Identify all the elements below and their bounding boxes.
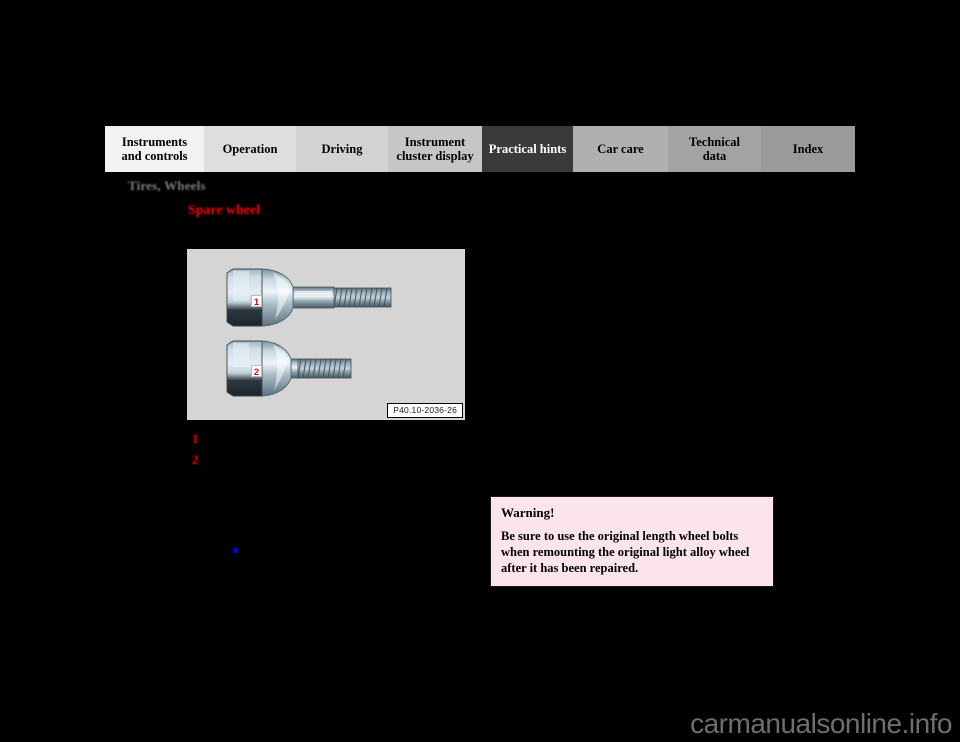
warning-body: Be sure to use the original length wheel… [501, 529, 750, 575]
figure-callout-2: 2 [251, 365, 262, 377]
tab-car-care[interactable]: Car care [573, 126, 668, 172]
bullet-list-item [233, 544, 244, 553]
topic-heading: Spare wheel [188, 202, 261, 217]
legend-item-2: 2 [192, 452, 205, 468]
tab-instruments-and-controls[interactable]: Instruments and controls [105, 126, 204, 172]
tab-driving[interactable]: Driving [296, 126, 388, 172]
tab-practical-hints[interactable]: Practical hints [482, 126, 573, 172]
bolt-2-graphic [226, 340, 352, 397]
legend-text-1 [199, 431, 205, 446]
tab-instrument-cluster-display[interactable]: Instrument cluster display [388, 126, 482, 172]
wheel-bolt-diagram [226, 268, 392, 397]
legend-number-2: 2 [192, 452, 199, 467]
warning-box: Warning! Be sure to use the original len… [490, 496, 774, 587]
figure-callout-1: 1 [251, 295, 262, 307]
legend-number-1: 1 [192, 431, 199, 446]
section-heading: Tires, Wheels [128, 178, 206, 193]
site-watermark: carmanualsonline.info [690, 708, 952, 739]
legend-text-2 [199, 452, 205, 467]
tab-operation[interactable]: Operation [204, 126, 296, 172]
square-bullet-icon [233, 548, 238, 553]
tab-index[interactable]: Index [761, 126, 855, 172]
legend-item-1: 1 [192, 431, 205, 447]
warning-title: Warning! [501, 505, 555, 520]
figure-caption: P40.10-2036-26 [387, 402, 463, 418]
tab-technical-data[interactable]: Technical data [668, 126, 761, 172]
wheel-bolt-illustration: 1 2 P40.10-2036-26 [187, 249, 465, 420]
navigation-tab-bar: Instruments and controls Operation Driving… [105, 126, 855, 172]
